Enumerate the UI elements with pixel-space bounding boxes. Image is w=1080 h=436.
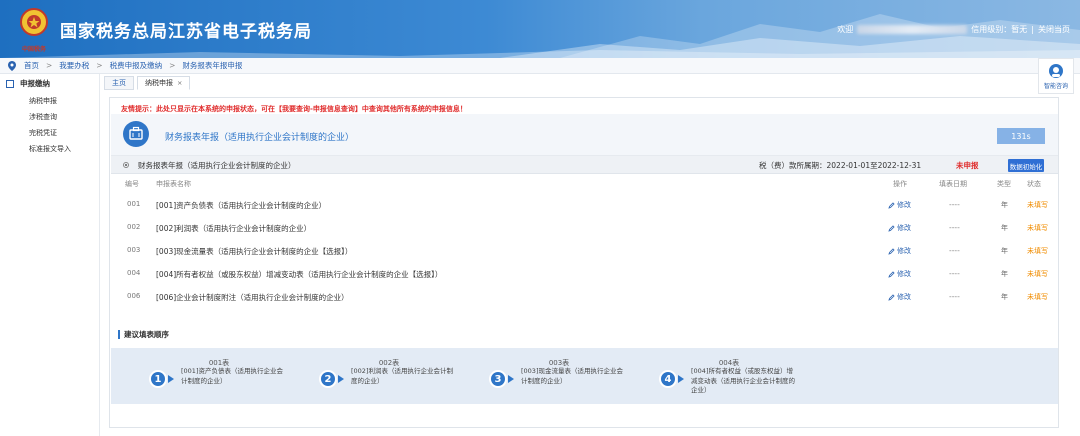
edit-link[interactable]: 修改 [888, 223, 911, 233]
group-radio[interactable] [123, 162, 129, 168]
pencil-icon [888, 201, 895, 209]
report-title: 财务报表年报（适用执行企业会计制度的企业） [165, 133, 355, 143]
col-code: 编号 [125, 180, 139, 188]
table-row: 004 [004]所有者权益（或股东权益）增减变动表（适用执行企业会计制度的企业… [127, 269, 1048, 279]
menu-square-icon [6, 79, 14, 88]
arrow-icon [678, 375, 684, 383]
smart-consult-button[interactable]: 智能咨询 [1038, 58, 1074, 94]
col-name: 申报表名称 [156, 180, 191, 188]
pencil-icon [888, 224, 895, 232]
breadcrumb: 首页 > 我要办税 > 税费申报及缴纳 > 财务报表年报申报 [0, 58, 1080, 74]
step-number: 3 [489, 370, 507, 388]
user-area: 欢迎 信用级别：暂无 | 关闭当页 [837, 24, 1070, 35]
table-row: 006 [006]企业会计制度附注（适用执行企业会计制度的企业） 修改 ----… [127, 292, 1048, 302]
pencil-icon [888, 293, 895, 301]
group-name: 财务报表年报（适用执行企业会计制度的企业） [138, 161, 296, 170]
breadcrumb-home[interactable]: 首页 [24, 60, 39, 71]
fill-order-steps: 001表 1 [001]资产负债表（适用执行企业会计制度的企业） 002表 2 … [111, 348, 1058, 404]
report-header: 财务报表年报（适用执行企业会计制度的企业） 131s [111, 114, 1058, 156]
tab-bar: 主页 纳税申报 × [104, 76, 191, 90]
edit-link[interactable]: 修改 [888, 246, 911, 256]
location-pin-icon [8, 60, 16, 71]
close-tab-icon[interactable]: × [177, 79, 182, 87]
friendly-tip: 友情提示：此处只显示在本系统的申报状态，可在【我要查询-申报信息查询】中查询其他… [121, 105, 467, 113]
col-type: 类型 [997, 180, 1011, 188]
sidebar-item-import[interactable]: 标准报文导入 [0, 141, 99, 157]
edit-link[interactable]: 修改 [888, 200, 911, 210]
briefcase-icon [123, 121, 149, 147]
step-2[interactable]: 002表 2 [002]利润表（适用执行企业会计制度的企业） [289, 348, 453, 404]
report-group-bar: 财务报表年报（适用执行企业会计制度的企业） 税（费）款所属期：2022-01-0… [111, 156, 1058, 174]
table-row: 001 [001]资产负债表（适用执行企业会计制度的企业） 修改 ---- 年 … [127, 200, 1048, 210]
sidebar-section-label: 申报缴纳 [20, 79, 50, 88]
breadcrumb-tax[interactable]: 我要办税 [59, 60, 89, 71]
logo-text: 中国税务 [21, 46, 46, 53]
declare-status: 未申报 [956, 161, 979, 170]
sidebar-item-certificate[interactable]: 完税凭证 [0, 125, 99, 141]
sidebar-item-declare[interactable]: 纳税申报 [0, 93, 99, 109]
step-number: 1 [149, 370, 167, 388]
step-1[interactable]: 001表 1 [001]资产负债表（适用执行企业会计制度的企业） [119, 348, 283, 404]
col-date: 填表日期 [939, 180, 967, 188]
tab-declare[interactable]: 纳税申报 × [137, 76, 191, 90]
step-number: 2 [319, 370, 337, 388]
table-header: 编号 申报表名称 操作 填表日期 类型 状态 [111, 178, 1058, 190]
edit-link[interactable]: 修改 [888, 292, 911, 302]
user-name-redacted [857, 25, 968, 34]
sidebar: 申报缴纳 纳税申报 涉税查询 完税凭证 标准报文导入 [0, 74, 100, 436]
pencil-icon [888, 247, 895, 255]
tax-period: 税（费）款所属期：2022-01-01至2022-12-31 [759, 161, 922, 170]
tab-home[interactable]: 主页 [104, 76, 134, 90]
step-4[interactable]: 004表 4 [004]所有者权益（或股东权益）增减变动表（适用执行企业会计制度… [629, 348, 795, 404]
arrow-icon [338, 375, 344, 383]
header-banner: 中国税务 国家税务总局江苏省电子税务局 欢迎 信用级别：暂无 | 关闭当页 [0, 0, 1080, 58]
main-panel: 友情提示：此处只显示在本系统的申报状态，可在【我要查询-申报信息查询】中查询其他… [109, 97, 1059, 428]
breadcrumb-declare[interactable]: 税费申报及缴纳 [110, 60, 163, 71]
table-row: 002 [002]利润表（适用执行企业会计制度的企业） 修改 ---- 年 未填… [127, 223, 1048, 233]
timer-badge: 131s [997, 128, 1045, 144]
arrow-icon [168, 375, 174, 383]
data-init-button[interactable]: 数据初始化 [1008, 159, 1044, 172]
site-title: 国家税务总局江苏省电子税务局 [60, 22, 312, 42]
pencil-icon [888, 270, 895, 278]
col-status: 状态 [1027, 180, 1041, 188]
welcome-label: 欢迎 [837, 25, 854, 34]
step-number: 4 [659, 370, 677, 388]
sidebar-section[interactable]: 申报缴纳 [0, 74, 99, 93]
table-row: 003 [003]现金流量表（适用执行企业会计制度的企业【选报】） 修改 ---… [127, 246, 1048, 256]
close-current-link[interactable]: 关闭当页 [1038, 24, 1070, 35]
separator: | [1031, 25, 1034, 34]
breadcrumb-current[interactable]: 财务报表年报申报 [182, 60, 242, 71]
edit-link[interactable]: 修改 [888, 269, 911, 279]
credit-level: 信用级别：暂无 [971, 25, 1028, 34]
sidebar-item-query[interactable]: 涉税查询 [0, 109, 99, 125]
fill-order-title: 建议填表顺序 [118, 330, 169, 339]
arrow-icon [508, 375, 514, 383]
step-3[interactable]: 003表 3 [003]现金流量表（适用执行企业会计制度的企业） [459, 348, 623, 404]
headset-icon [1049, 64, 1063, 78]
col-op: 操作 [893, 180, 907, 188]
